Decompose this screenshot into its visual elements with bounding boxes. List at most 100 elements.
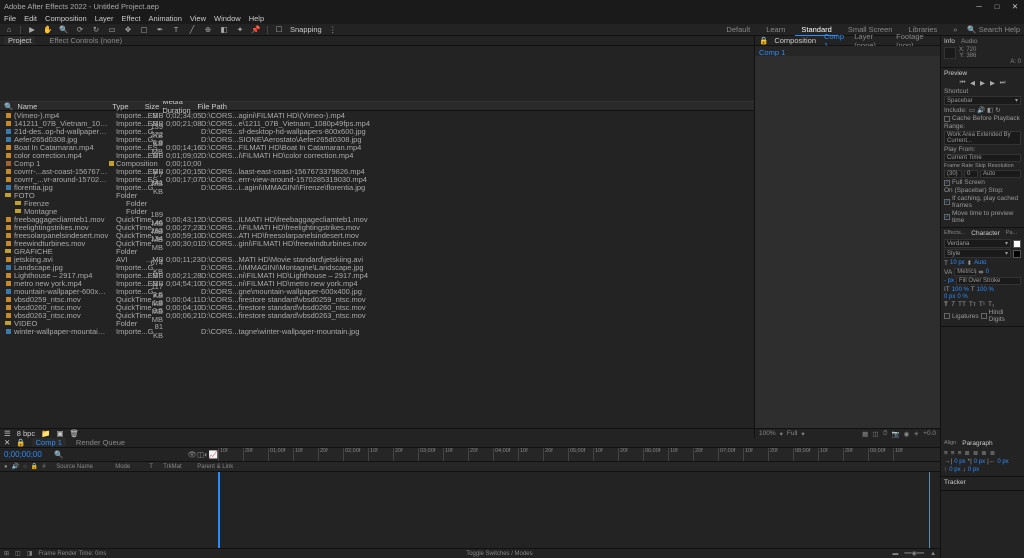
hscale-field[interactable]: 100 % [977, 287, 994, 293]
prev-frame-icon[interactable]: ◀ [969, 79, 977, 87]
clone-tool-icon[interactable]: ⊕ [203, 25, 213, 35]
grid-icon[interactable]: ▦ [862, 430, 868, 438]
range-dropdown[interactable]: Work Area Extended By Current... [944, 131, 1021, 145]
rect-tool-icon[interactable]: ▢ [139, 25, 149, 35]
snapping-opts-icon[interactable]: ⋮ [328, 25, 338, 35]
fill-color-swatch[interactable] [1013, 240, 1021, 248]
orbit-tool-icon[interactable]: ⟳ [75, 25, 85, 35]
camera-tool-icon[interactable]: ▭ [107, 25, 117, 35]
search-icon[interactable]: 🔍 [4, 102, 13, 111]
rotate-tool-icon[interactable]: ↻ [91, 25, 101, 35]
hand-tool-icon[interactable]: ✋ [43, 25, 53, 35]
justify-left-icon[interactable]: ≣ [964, 449, 969, 457]
justify-center-icon[interactable]: ≣ [973, 449, 978, 457]
tab-audio[interactable]: Audio [961, 38, 978, 45]
stroke-color-swatch[interactable] [1013, 250, 1021, 258]
ligatures-checkbox[interactable] [944, 313, 950, 319]
menu-effect[interactable]: Effect [121, 14, 140, 23]
col-num[interactable]: # [42, 464, 52, 470]
loop-icon[interactable]: ↻ [995, 106, 1000, 114]
menu-help[interactable]: Help [249, 14, 264, 23]
shy-icon[interactable]: 👁 [188, 450, 198, 459]
exposure-value[interactable]: +0.0 [923, 430, 936, 437]
justify-all-icon[interactable]: ≣ [990, 449, 995, 457]
work-area-bar[interactable] [218, 472, 930, 548]
fillover-dropdown[interactable]: Fill Over Stroke [956, 277, 1021, 285]
zoom-out-icon[interactable]: ▬ [892, 551, 898, 557]
indent-left-field[interactable]: 0 px [954, 459, 965, 465]
include-overlay-icon[interactable]: ◧ [987, 106, 993, 114]
tab-preview[interactable]: Preview [944, 70, 967, 77]
superscript-icon[interactable]: T¹ [979, 301, 985, 308]
project-row[interactable]: florentia.jpgImporte...G341 KBD:\CORS...… [0, 183, 754, 191]
tab-paragraph[interactable]: Paragraph [962, 440, 992, 447]
col-trkmat[interactable]: TrkMat [163, 464, 193, 470]
type-tool-icon[interactable]: T [171, 25, 181, 35]
tab-align[interactable]: Align [944, 440, 956, 447]
baseline-field[interactable]: 0 px [944, 294, 955, 300]
subscript-icon[interactable]: T₁ [988, 301, 994, 308]
bpc-toggle[interactable]: 8 bpc [17, 429, 35, 438]
col-source-name[interactable]: Source Name [56, 464, 111, 470]
eraser-tool-icon[interactable]: ◧ [219, 25, 229, 35]
zoom-slider[interactable]: ━━◉━━ [904, 550, 924, 557]
leading-field[interactable]: Auto [974, 260, 986, 266]
font-dropdown[interactable]: Verdana▾ [944, 239, 1011, 248]
smallcaps-icon[interactable]: Tᴛ [969, 301, 976, 308]
col-name[interactable]: Name [17, 102, 112, 111]
exposure-icon[interactable]: ☀ [913, 430, 919, 438]
puppet-tool-icon[interactable]: 📌 [251, 25, 261, 35]
play-icon[interactable]: ▶ [979, 79, 987, 87]
graph-editor-icon[interactable]: 📈 [209, 450, 218, 459]
allcaps-icon[interactable]: TT [958, 301, 966, 308]
cache-checkbox[interactable] [944, 116, 950, 122]
menu-edit[interactable]: Edit [24, 14, 37, 23]
lock-icon[interactable]: 🔒 [759, 36, 768, 45]
menu-view[interactable]: View [190, 14, 206, 23]
align-left-icon[interactable]: ≡ [944, 450, 948, 457]
tab-timeline-comp[interactable]: Comp 1 [32, 438, 66, 447]
menu-layer[interactable]: Layer [95, 14, 114, 23]
fullscreen-checkbox[interactable] [944, 180, 950, 186]
minimize-button[interactable]: ─ [974, 1, 984, 11]
toggle-switches-button[interactable]: Toggle Switches / Modes [466, 551, 532, 557]
current-time[interactable]: 0;00;00;00 [0, 448, 50, 461]
col-size[interactable]: Size [142, 102, 162, 111]
tracking-field[interactable]: 0 [986, 269, 989, 275]
space-before-field[interactable]: 0 px [949, 467, 960, 473]
tl-close-icon[interactable]: ✕ [4, 438, 10, 447]
zoom-in-icon[interactable]: ▲ [930, 551, 936, 557]
new-comp-icon[interactable]: ▣ [56, 429, 63, 438]
italic-icon[interactable]: T [951, 301, 955, 308]
search-help-input[interactable]: Search Help [979, 25, 1020, 34]
stroke-width-field[interactable]: - px [944, 278, 954, 284]
shortcut-dropdown[interactable]: Spacebar▾ [944, 96, 1021, 105]
cache-play-checkbox[interactable] [944, 199, 950, 205]
tab-para[interactable]: Pa... [1006, 230, 1017, 237]
include-video-icon[interactable]: ▭ [969, 106, 975, 114]
mask-icon[interactable]: ◫ [872, 430, 878, 438]
project-row[interactable]: winter-wallpaper-mountain.jpgImporte...G… [0, 327, 754, 335]
snapping-checkbox[interactable]: ☐ [274, 25, 284, 35]
menu-file[interactable]: File [4, 14, 16, 23]
next-frame-icon[interactable]: ▶ [989, 79, 997, 87]
justify-right-icon[interactable]: ≣ [981, 449, 986, 457]
skip-dropdown[interactable]: 0 [964, 170, 978, 178]
snapshot-icon[interactable]: 📷 [892, 430, 900, 438]
align-center-icon[interactable]: ≡ [951, 450, 955, 457]
tab-effect-controls[interactable]: Effect Controls (none) [45, 36, 126, 45]
font-style-dropdown[interactable]: Style▾ [944, 249, 1011, 258]
playfrom-dropdown[interactable]: Current Time [944, 154, 1021, 162]
font-size-field[interactable]: 10 px [950, 260, 965, 266]
zoom-tool-icon[interactable]: 🔍 [59, 25, 69, 35]
kerning-dropdown[interactable]: Metrics [954, 268, 976, 276]
workspace-learn[interactable]: Learn [760, 24, 791, 35]
layer-switches-icon[interactable]: ◫ [15, 550, 21, 557]
pan-behind-tool-icon[interactable]: ✥ [123, 25, 133, 35]
framerate-dropdown[interactable]: (30) [944, 170, 962, 178]
tsume-field[interactable]: 0 % [957, 294, 967, 300]
comp-breadcrumb[interactable]: Comp 1 [755, 46, 940, 56]
space-after-field[interactable]: 0 px [968, 467, 979, 473]
indent-right-field[interactable]: 0 px [997, 459, 1008, 465]
tab-effects-presets[interactable]: Effects... [944, 230, 965, 237]
